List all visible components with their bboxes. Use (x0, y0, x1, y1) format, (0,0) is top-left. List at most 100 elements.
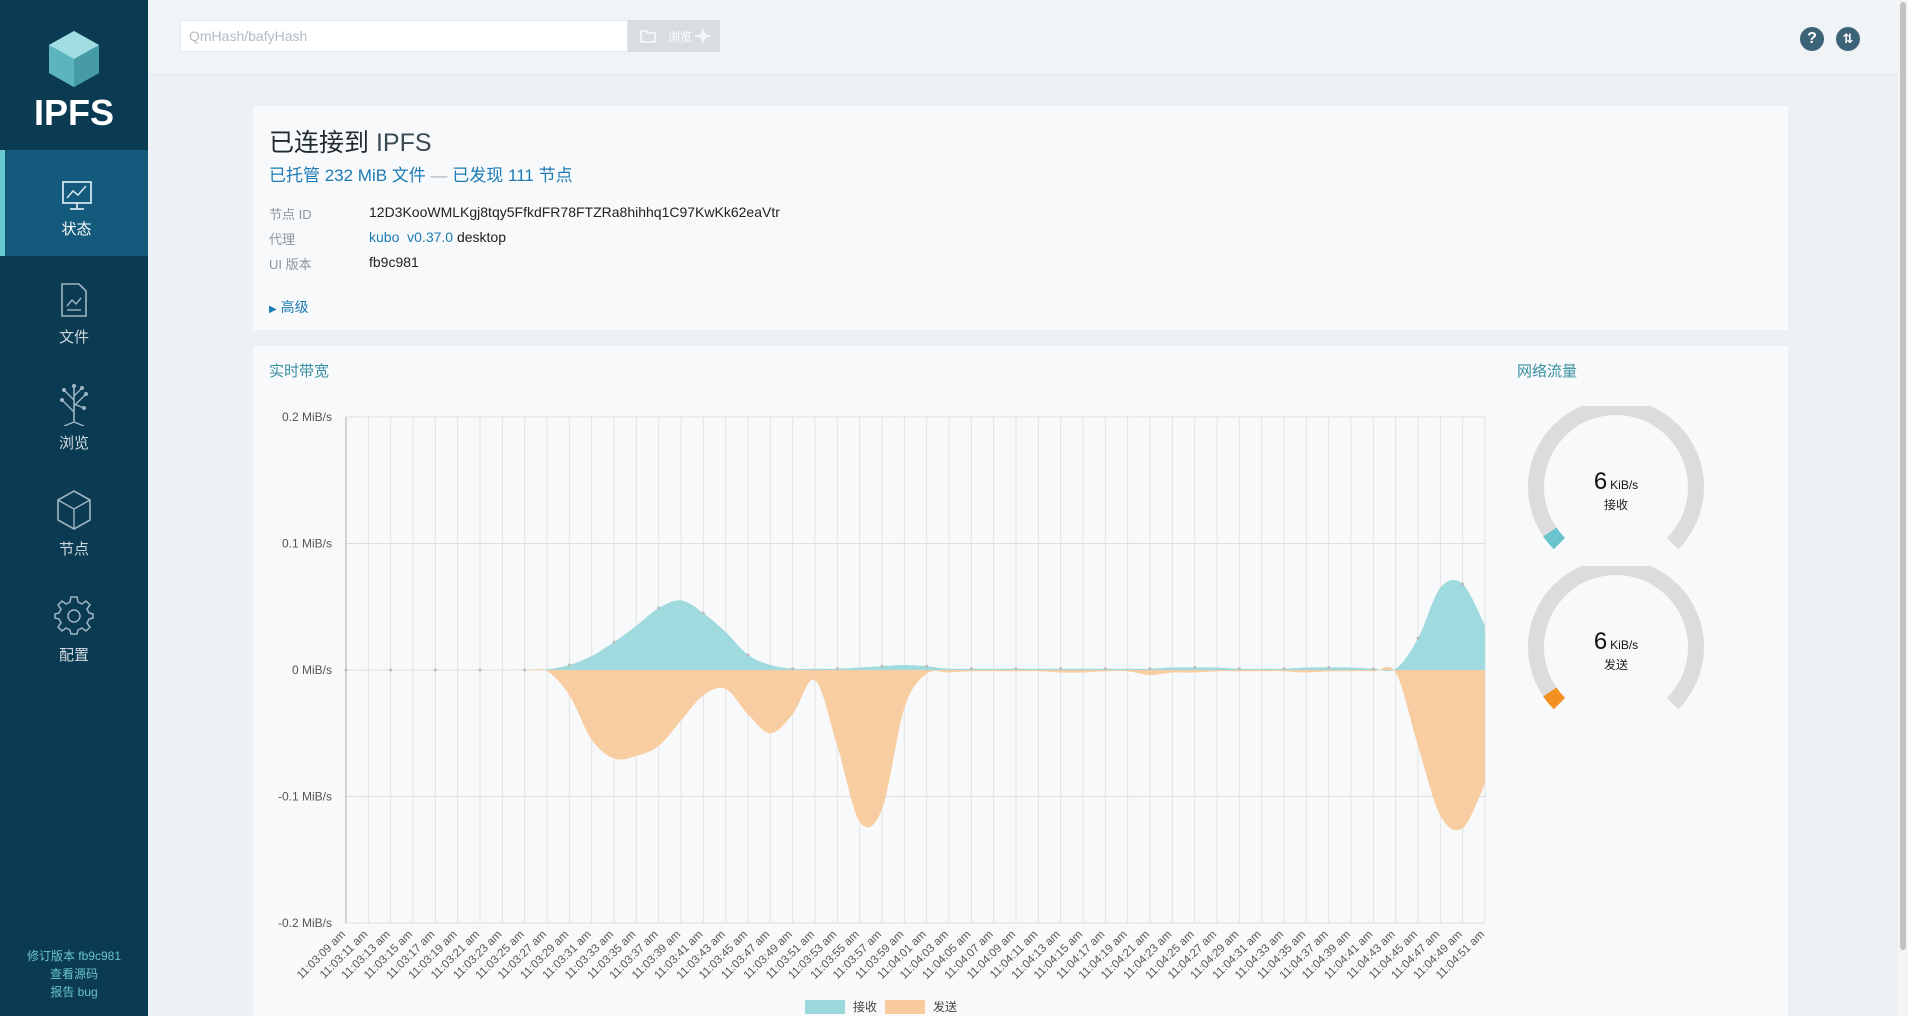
y-tick-label: -0.1 MiB/s (278, 790, 332, 804)
sidebar-item-files[interactable]: 文件 (0, 256, 148, 362)
sidebar-item-settings[interactable]: 配置 (0, 574, 148, 680)
data-point (1237, 667, 1241, 671)
revision-link[interactable]: 修订版本 fb9c981 (0, 947, 148, 965)
agent-key: 代理 (269, 232, 296, 247)
data-point (746, 653, 750, 657)
bandwidth-chart: 0.2 MiB/s 0.1 MiB/s 0 MiB/s -0.1 MiB/s -0.2 … (278, 410, 1487, 1014)
ipld-explore-icon (695, 29, 711, 43)
sidebar-item-label: 配置 (58, 647, 89, 664)
agent-desktop: desktop (456, 229, 507, 245)
peers-cube-icon (57, 490, 91, 530)
receive-gauge-value: 6 KiB/s (1521, 468, 1711, 496)
ui-version-value: fb9c981 (369, 254, 419, 270)
files-icon (61, 283, 87, 317)
data-point (478, 668, 482, 672)
sidebar-item-peers[interactable]: 节点 (0, 468, 148, 574)
y-tick-label: -0.2 MiB/s (278, 916, 332, 930)
sidebar-item-status[interactable]: 状态 (0, 150, 148, 256)
data-point (701, 611, 705, 615)
browse-label: 浏览 (668, 30, 693, 44)
caret-right-icon: ▶ (269, 304, 277, 315)
data-point (1416, 636, 1420, 640)
legend-label-receive: 接收 (853, 999, 877, 1014)
receive-gauge: 6 KiB/s 接收 (1521, 399, 1711, 556)
sidebar-item-label: 浏览 (58, 435, 89, 452)
data-point (1327, 665, 1331, 669)
data-point (389, 668, 393, 672)
data-point (791, 667, 795, 671)
legend-label-send: 发送 (933, 999, 957, 1014)
data-point (1282, 667, 1286, 671)
sidebar-item-label: 文件 (58, 329, 89, 346)
title-prefix: 已连接到 (269, 129, 370, 157)
ui-version-key: UI 版本 (269, 257, 312, 272)
send-gauge-value: 6 KiB/s (1521, 628, 1711, 656)
y-tick-label: 0.2 MiB/s (282, 410, 332, 424)
scrollbar-thumb[interactable] (1900, 2, 1906, 950)
browse-button[interactable]: 浏览 (628, 20, 720, 52)
bandwidth-card: 实时带宽 网络流量 0.2 MiB/s 0.1 MiB/s 0 MiB/s -0.1 … (253, 346, 1788, 1016)
data-point (612, 640, 616, 644)
status-monitor-icon (62, 181, 92, 210)
send-gauge: 6 KiB/s 发送 (1521, 559, 1711, 716)
report-bug-link[interactable]: 报告 bug (0, 983, 148, 1001)
data-point (969, 667, 973, 671)
status-card: 已连接到 IPFS 已托管 232 MiB 文件 — 已发现 111 节点 节点… (253, 106, 1788, 330)
sidebar-item-explore[interactable]: 浏览 (0, 362, 148, 468)
traffic-title: 网络流量 (1517, 363, 1578, 380)
receive-unit: KiB/s (1610, 478, 1639, 492)
kubo-link[interactable]: kubo (369, 229, 399, 245)
search-input[interactable] (180, 20, 628, 52)
sidebar: IPFS 状态 文件 浏览 节点 配置 修订版本 fb9c981 查看源码 报告… (0, 0, 148, 1016)
data-point (344, 668, 348, 672)
data-point (1103, 667, 1107, 671)
summary-separator: — (430, 166, 448, 185)
data-point (1193, 665, 1197, 669)
peer-id-key: 节点 ID (269, 207, 312, 222)
advanced-label: 高级 (280, 299, 309, 315)
title-name: IPFS (375, 129, 432, 157)
sidebar-item-label: 状态 (61, 221, 92, 238)
receive-value: 6 (1593, 468, 1608, 495)
legend-swatch-send (885, 1000, 925, 1014)
data-point (1148, 667, 1152, 671)
data-point (880, 664, 884, 668)
data-point (1014, 667, 1018, 671)
status-summary: 已托管 232 MiB 文件 — 已发现 111 节点 (269, 161, 573, 186)
peer-id-value: 12D3KooWMLKgj8tqy5FfkdFR78FTZRa8hihhq1C9… (369, 204, 780, 220)
legend-swatch-receive (805, 1000, 845, 1014)
advanced-toggle[interactable]: ▶ 高级 (269, 297, 309, 317)
y-tick-label: 0 MiB/s (292, 663, 332, 677)
page-title: 已连接到 IPFS (269, 123, 432, 159)
send-unit: KiB/s (1610, 638, 1639, 652)
data-point (1371, 667, 1375, 671)
source-code-link[interactable]: 查看源码 (0, 965, 148, 983)
app-name: IPFS (33, 92, 114, 133)
gauge-fill (1543, 687, 1566, 710)
send-gauge-label: 发送 (1603, 658, 1628, 672)
agent-value: kubo v0.37.0 desktop (369, 229, 506, 245)
connection-arrows-icon[interactable]: ⇅ (1836, 27, 1860, 51)
hosting-link[interactable]: 已托管 232 MiB 文件 (269, 166, 426, 185)
explore-tree-icon (60, 384, 88, 426)
data-point (1059, 667, 1063, 671)
sidebar-footer: 修订版本 fb9c981 查看源码 报告 bug (0, 947, 148, 1001)
top-bar: 浏览 ? ⇅ (148, 0, 1898, 75)
send-value: 6 (1593, 628, 1608, 655)
folder-icon (640, 30, 656, 43)
data-point (1461, 582, 1465, 586)
ipfs-cube-logo-icon (49, 31, 99, 87)
page-scrollbar[interactable] (1898, 0, 1908, 1016)
data-point (925, 664, 929, 668)
gear-icon (54, 596, 94, 635)
discovered-peers-link[interactable]: 已发现 111 节点 (452, 166, 572, 185)
gauge-fill (1543, 527, 1566, 550)
sidebar-item-label: 节点 (58, 541, 89, 558)
help-icon[interactable]: ? (1800, 27, 1824, 51)
data-point (433, 668, 437, 672)
ipfs-logo[interactable]: IPFS (0, 0, 148, 150)
data-point (835, 667, 839, 671)
data-point (657, 606, 661, 610)
data-point (567, 663, 571, 667)
version-link[interactable]: v0.37.0 (407, 229, 453, 245)
